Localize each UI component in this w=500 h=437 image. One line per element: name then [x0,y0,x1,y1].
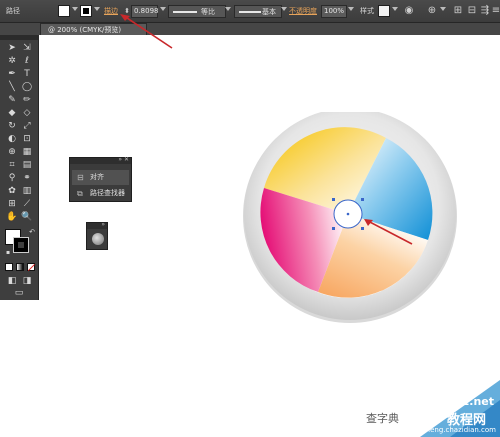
brush-line-preview [239,11,261,13]
default-colors-icon[interactable]: ▪ [1,246,15,259]
pencil-tool-icon[interactable]: ✏ [20,94,34,107]
screen-mode-icon[interactable]: ▭ [12,287,26,300]
toolbox-grip[interactable] [0,35,39,40]
blob-brush-tool-icon[interactable]: ◆ [5,107,19,120]
scale-tool-icon[interactable]: ⤢ [20,120,34,133]
fill-swatch[interactable] [58,5,70,17]
panel-options-icon[interactable]: ≡ [490,5,500,17]
stroke-color-hole [18,242,24,248]
artwork-canvas [243,112,457,323]
pen-tool-icon[interactable]: ✒ [5,68,19,81]
mesh-tool-icon[interactable]: ⌗ [5,159,19,172]
graphic-style-swatch[interactable] [378,5,390,17]
paintbrush-tool-icon[interactable]: ✎ [5,94,19,107]
opacity-link[interactable]: 不透明度 [289,6,317,16]
ellipse-tool-icon[interactable]: ◯ [20,81,34,94]
slice-tool-icon[interactable]: ⟋ [20,198,34,211]
arrow-line [123,15,173,49]
fill-dropdown-icon[interactable] [72,7,78,11]
lasso-tool-icon[interactable]: ℓ [20,55,34,68]
object-type-label: 路径 [6,7,20,15]
profile-dropdown-icon[interactable] [225,7,231,11]
gradient-mode-icon[interactable] [16,263,24,271]
brush-label: 基本 [262,8,276,16]
gradient-tool-icon[interactable]: ▤ [20,159,34,172]
line-tool-icon[interactable]: ╲ [5,81,19,94]
zoom-tool-icon[interactable]: 🔍 [20,211,34,224]
control-bar: 路径 描边 ⬍ 0.8098 等比 基本 不透明度 100% 样式 ◉ ⊕ ⊞ … [0,0,500,23]
anchor-handle[interactable] [361,227,364,230]
toolbox: ➤ ⇲ ✲ ℓ ✒ T ╲ ◯ ✎ ✏ ◆ ◇ ↻ ⤢ ◐ ⊡ ⊕ ▦ ⌗ ▤ … [0,35,39,300]
annotation-arrow-top [120,14,173,49]
selection-tool-icon[interactable]: ➤ [5,42,19,55]
symbol-sprayer-tool-icon[interactable]: ✿ [5,185,19,198]
color-mode-icon[interactable] [5,263,13,271]
type-tool-icon[interactable]: T [20,68,34,81]
panel-item-align[interactable]: ⊟ 对齐 [72,170,129,185]
panel-item-pathfinder-label: 路径查找器 [90,189,125,197]
stroke-swatch[interactable] [80,5,92,17]
magic-wand-tool-icon[interactable]: ✲ [5,55,19,68]
arrange-icon[interactable]: ⊟ [466,5,478,17]
stroke-swatch-inner [83,8,89,14]
collapsed-panel-header[interactable]: » [87,221,107,229]
warp-tool-icon[interactable]: ◐ [5,133,19,146]
brush-definition[interactable]: 基本 [234,5,282,18]
collapse-icon[interactable]: » [118,156,122,163]
none-mode-icon[interactable] [27,263,36,272]
collapsed-panel-menu-icon[interactable]: » [101,221,105,228]
anchor-handle[interactable] [361,198,364,201]
stroke-color-box[interactable] [13,237,29,253]
direct-selection-tool-icon[interactable]: ⇲ [20,42,34,55]
center-point [346,212,350,216]
appearance-panel-icon[interactable] [92,233,104,245]
hand-tool-icon[interactable]: ✋ [5,211,19,224]
blend-tool-icon[interactable]: ⚭ [20,172,34,185]
opacity-field[interactable]: 100% [321,5,347,18]
transform-icon[interactable]: ⊞ [452,5,464,17]
rotate-tool-icon[interactable]: ↻ [5,120,19,133]
perspective-grid-tool-icon[interactable]: ▦ [20,146,34,159]
free-transform-tool-icon[interactable]: ⊡ [20,133,34,146]
watermark-url: jiaocheng.chazidian.com [409,426,496,434]
watermark: jb51.net 查字典 教程网 jiaocheng.chazidian.com [360,360,500,437]
align-dropdown-icon[interactable] [440,7,446,11]
swap-fill-stroke-icon[interactable]: ↶ [25,226,39,239]
pathfinder-icon: ⧉ [77,189,83,198]
close-panel-icon[interactable]: ✕ [124,156,129,163]
align-pathfinder-panel: » ✕ ⊟ 对齐 ⧉ 路径查找器 [69,156,132,202]
artboard-tool-icon[interactable]: ⊞ [5,198,19,211]
anchor-handle[interactable] [332,227,335,230]
brush-dropdown-icon[interactable] [281,7,287,11]
align-icon: ⊟ [77,173,84,182]
panel-header[interactable]: » ✕ [70,156,131,164]
panel-item-align-label: 对齐 [90,173,104,181]
collapsed-panel: » [86,221,108,250]
panel-item-pathfinder[interactable]: ⧉ 路径查找器 [72,186,129,201]
anchor-handle[interactable] [332,198,335,201]
none-slash [27,263,36,272]
shape-builder-tool-icon[interactable]: ⊕ [5,146,19,159]
recolor-artwork-icon[interactable]: ◉ [403,5,415,17]
profile-label: 等比 [201,8,215,16]
style-dropdown-icon[interactable] [392,7,398,11]
align-icon[interactable]: ⊕ [426,5,438,17]
watermark-left-text: 查字典 [366,412,399,425]
eyedropper-tool-icon[interactable]: ⚲ [5,172,19,185]
opacity-dropdown-icon[interactable] [348,7,354,11]
style-label: 样式 [360,7,374,15]
watermark-site: jb51.net [442,395,494,408]
eraser-tool-icon[interactable]: ◇ [20,107,34,120]
column-graph-tool-icon[interactable]: ▥ [20,185,34,198]
